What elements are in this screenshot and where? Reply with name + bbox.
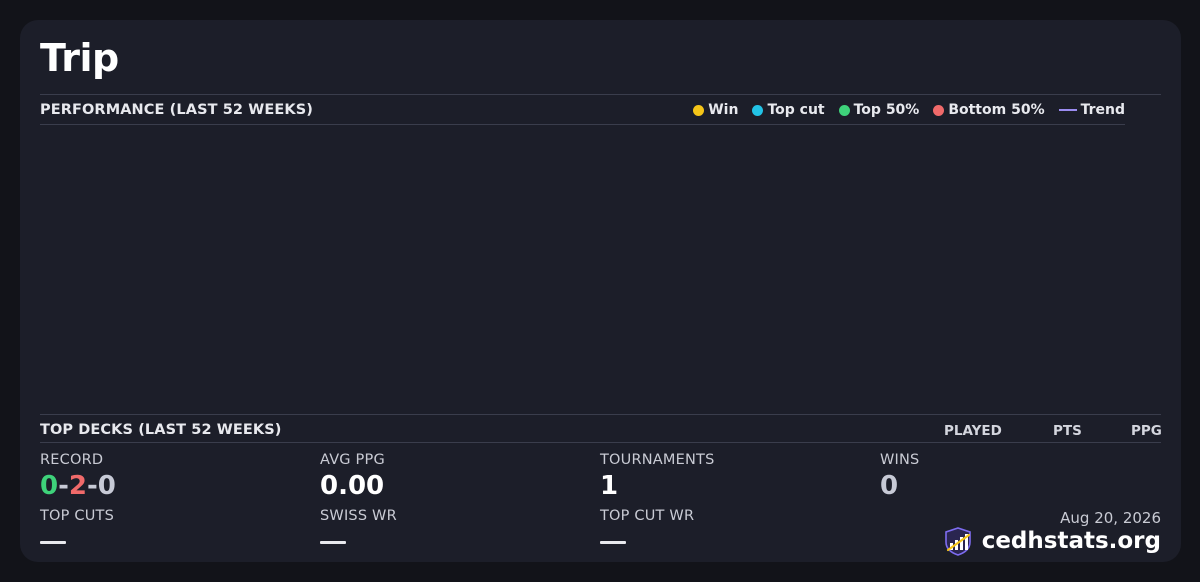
title-divider: [40, 94, 1161, 95]
column-header-ppg: PPG: [1131, 423, 1162, 439]
record-separator: -: [86, 471, 98, 501]
legend-label-bottom-50: Bottom 50%: [948, 102, 1045, 118]
brand-link[interactable]: cedhstats.org: [943, 526, 1161, 556]
legend-item-top-50: Top 50%: [838, 101, 920, 119]
record-label: RECORD: [40, 452, 104, 468]
legend-label-top-cut: Top cut: [767, 102, 825, 118]
top-decks-heading: TOP DECKS (LAST 52 WEEKS): [40, 422, 282, 438]
avg-ppg-label: AVG PPG: [320, 452, 385, 468]
player-card: Trip PERFORMANCE (LAST 52 WEEKS) Win Top…: [20, 20, 1181, 562]
swiss-wr-label: SWISS WR: [320, 508, 397, 524]
player-name: Trip: [40, 36, 119, 80]
top-cuts-label: TOP CUTS: [40, 508, 115, 524]
legend-label-trend: Trend: [1080, 102, 1125, 118]
performance-chart-area: [40, 125, 1161, 413]
legend-label-win: Win: [708, 102, 739, 118]
column-header-played: PLAYED: [944, 423, 1002, 439]
legend-item-bottom-50: Bottom 50%: [933, 101, 1045, 119]
chart-shield-icon: [943, 526, 973, 556]
record-wins: 0: [40, 471, 59, 501]
column-header-pts: PTS: [1053, 423, 1082, 439]
top-cut-wr-value: [600, 541, 626, 544]
trend-line-icon: [1058, 109, 1077, 111]
chart-legend: Win Top cut Top 50% Bottom 50% Trend: [693, 101, 1125, 119]
avg-ppg-value: 0.00: [320, 471, 385, 501]
legend-item-win: Win: [693, 101, 738, 119]
wins-label: WINS: [880, 452, 920, 468]
top-cut-dot-icon: [752, 104, 764, 116]
record-draws: 0: [97, 471, 116, 501]
record-separator: -: [58, 471, 69, 501]
performance-heading: PERFORMANCE (LAST 52 WEEKS): [40, 102, 313, 118]
top-cut-wr-label: TOP CUT WR: [600, 508, 695, 524]
chart-bottom-divider: [40, 414, 1161, 415]
swiss-wr-value: [320, 541, 346, 544]
top-50-dot-icon: [838, 104, 850, 116]
top-decks-divider: [40, 442, 1161, 443]
tournaments-label: TOURNAMENTS: [600, 452, 715, 468]
legend-item-trend: Trend: [1058, 101, 1125, 119]
win-dot-icon: [693, 104, 705, 116]
bottom-50-dot-icon: [933, 104, 945, 116]
wins-value: 0: [880, 471, 899, 501]
legend-label-top-50: Top 50%: [853, 102, 920, 118]
snapshot-date: Aug 20, 2026: [1060, 509, 1161, 527]
brand-name: cedhstats.org: [981, 528, 1161, 554]
top-cuts-value: [40, 541, 66, 544]
tournaments-value: 1: [600, 471, 619, 501]
record-losses: 2: [68, 471, 87, 501]
record-value: 0-2-0: [40, 470, 116, 502]
legend-item-top-cut: Top cut: [752, 101, 825, 119]
